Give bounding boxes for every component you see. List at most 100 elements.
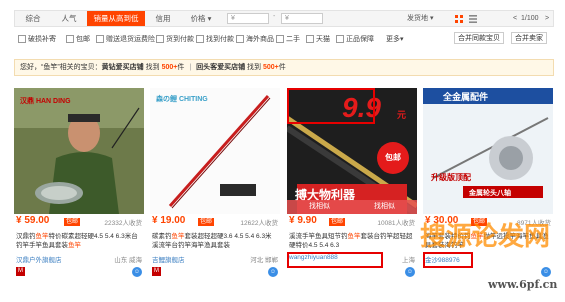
sales-count: 22332人收货 bbox=[104, 220, 142, 227]
page-indicator: 1/100 bbox=[521, 15, 539, 22]
product-price: ¥ 19.00 bbox=[152, 215, 186, 226]
image-tag-1: 升级版顶配 bbox=[431, 173, 471, 182]
image-banner: 全金属配件 bbox=[443, 92, 489, 102]
notice-unit: 件 bbox=[278, 64, 286, 71]
shop-name-link[interactable]: 吉鲤旗舰店 bbox=[152, 257, 185, 264]
filter-genuine[interactable]: 正品保障 bbox=[336, 34, 374, 44]
gold-shops-link[interactable]: 黄钻爱买店铺 bbox=[102, 64, 144, 71]
chevron-down-icon: ▾ bbox=[400, 36, 404, 43]
filter-tmall[interactable]: 天猫 bbox=[306, 34, 330, 44]
price-dash: - bbox=[273, 13, 276, 20]
wangwang-icon[interactable]: ☺ bbox=[541, 267, 551, 277]
notice-separator: | bbox=[189, 64, 192, 71]
find-similar-button[interactable]: 找相似 bbox=[287, 200, 352, 214]
checkbox-icon bbox=[66, 35, 74, 43]
tab-comprehensive[interactable]: 综合 bbox=[15, 11, 51, 26]
search-notice: 您好，“鱼竿”相关的宝贝：黄钻爱买店铺 找到 500+件 | 回头客爱买店铺 找… bbox=[14, 59, 554, 76]
tab-price[interactable]: 价格 ▾ bbox=[181, 11, 221, 26]
shop-row: 吉鲤旗舰店 河北 邯郸 bbox=[152, 254, 278, 264]
return-shops-link[interactable]: 回头客爱买店铺 bbox=[196, 64, 245, 71]
price-row: ¥ 59.00 包邮 22332人收货 bbox=[14, 215, 144, 229]
checkbox-icon bbox=[96, 35, 104, 43]
free-shipping-badge: 包邮 bbox=[198, 218, 215, 226]
product-card[interactable]: 全金属配件 升级版顶配 金属轮头八轴 ¥ 30.00 包邮 8971人收货 海竿… bbox=[423, 88, 553, 302]
merge-sellers-button[interactable]: 合并卖家 bbox=[511, 32, 547, 44]
free-shipping-badge: 包邮 bbox=[64, 218, 81, 226]
merge-same-items-button[interactable]: 合并同款宝贝 bbox=[454, 32, 504, 44]
image-mail-text: 包邮 bbox=[385, 153, 401, 162]
product-title[interactable]: 碳素钓鱼竿套装超轻超硬3.6 4.5 5.4 6.3米溪流竿台钓竿海竿渔具套装 bbox=[152, 232, 278, 250]
tmall-icon[interactable]: M bbox=[152, 267, 161, 276]
ship-from-label: 发货地 bbox=[407, 15, 428, 22]
price-max-input[interactable]: ¥ bbox=[281, 13, 323, 24]
notice-found-label: 找到 bbox=[145, 64, 160, 71]
shop-location: 山东 威海 bbox=[114, 257, 142, 264]
filter-cod[interactable]: 货到付款 bbox=[156, 34, 194, 44]
tmall-icon[interactable]: M bbox=[16, 267, 25, 276]
filter-free-shipping[interactable]: 包邮 bbox=[66, 34, 90, 44]
tab-popularity[interactable]: 人气 bbox=[51, 11, 87, 26]
watermark-url: www.6pf.cn bbox=[488, 278, 558, 291]
checkbox-icon bbox=[276, 35, 284, 43]
gold-shops-count: 500+ bbox=[161, 64, 178, 71]
wangwang-icon[interactable]: ☺ bbox=[132, 267, 142, 277]
filter-return-insurance[interactable]: 赠送退货运费险 bbox=[96, 34, 155, 44]
product-title[interactable]: 溪流手竿鱼具短节钓鱼竿套装台钓竿超轻超硬特价4.5 5.4 6.3 bbox=[289, 232, 415, 250]
tab-price-label: 价格 bbox=[190, 14, 206, 23]
checkbox-icon bbox=[156, 35, 164, 43]
sales-count: 10081人收货 bbox=[377, 220, 415, 227]
shop-row: 汉鼎户外旗舰店 山东 威海 bbox=[16, 254, 142, 264]
filter-find-pay[interactable]: 找到付款 bbox=[196, 34, 234, 44]
wangwang-icon[interactable]: ☺ bbox=[268, 267, 278, 277]
price-row: ¥ 19.00 包邮 12622人收货 bbox=[150, 215, 280, 229]
image-tag-2: 金属轮头八轴 bbox=[469, 190, 511, 197]
list-view-icon[interactable] bbox=[469, 11, 479, 26]
top-cropped-strip bbox=[0, 0, 565, 6]
next-page-button[interactable]: > bbox=[545, 11, 549, 26]
filter-overseas[interactable]: 海外商品 bbox=[236, 34, 274, 44]
product-price: ¥ 9.90 bbox=[289, 215, 317, 226]
filter-bar: 破损补寄 包邮 赠送退货运费险 货到付款 找到付款 海外商品 二手 天猫 正品保… bbox=[14, 30, 554, 48]
tab-credit[interactable]: 信用 bbox=[145, 11, 181, 26]
notice-found-label: 找到 bbox=[247, 64, 262, 71]
price-min-input[interactable]: ¥ bbox=[227, 13, 269, 24]
sort-bar: 综合 人气 销量从高到低 信用 价格 ▾ ¥ - ¥ 发货地 ▾ < 1/100… bbox=[14, 10, 554, 27]
shop-location: 河北 邯郸 bbox=[250, 257, 278, 264]
chevron-down-icon: ▾ bbox=[429, 15, 434, 22]
product-image[interactable]: 森の鲤 CHITING bbox=[150, 88, 280, 214]
chevron-down-icon: ▾ bbox=[207, 14, 212, 23]
product-image[interactable]: 汉鼎 HAN DING bbox=[14, 88, 144, 214]
product-image[interactable]: 全金属配件 升级版顶配 金属轮头八轴 bbox=[423, 88, 553, 214]
shop-location: 上海 bbox=[402, 257, 415, 264]
shop-name-link[interactable]: 汉鼎户外旗舰店 bbox=[16, 257, 62, 264]
icon-row: M ☺ bbox=[16, 267, 142, 279]
price-row: ¥ 9.90 包邮 10081人收货 bbox=[287, 215, 417, 229]
checkbox-icon bbox=[196, 35, 204, 43]
notice-prefix: 您好，“鱼竿”相关的宝贝： bbox=[20, 64, 102, 71]
product-card[interactable]: 汉鼎 HAN DING ¥ 59.00 包邮 22332人收货 汉鼎钓鱼竿特价碳… bbox=[14, 88, 144, 302]
notice-unit: 件 bbox=[177, 64, 185, 71]
filter-secondhand[interactable]: 二手 bbox=[276, 34, 300, 44]
checkbox-icon bbox=[236, 35, 244, 43]
brand-logo: 汉鼎 HAN DING bbox=[20, 98, 71, 105]
icon-row: M ☺ bbox=[152, 267, 278, 279]
highlight-box-shop-2 bbox=[423, 252, 473, 268]
checkbox-icon bbox=[336, 35, 344, 43]
more-filters-button[interactable]: 更多 ▾ bbox=[386, 34, 404, 44]
find-similar-shop-button[interactable]: 找相似 bbox=[352, 200, 417, 214]
tab-sales[interactable]: 销量从高到低 bbox=[87, 11, 145, 26]
prev-page-button[interactable]: < bbox=[513, 11, 517, 26]
grid-view-icon[interactable] bbox=[455, 11, 465, 26]
checkbox-icon bbox=[18, 35, 26, 43]
product-card[interactable]: 森の鲤 CHITING ¥ 19.00 包邮 12622人收货 碳素钓鱼竿套装超… bbox=[150, 88, 280, 302]
ship-from-dropdown[interactable]: 发货地 ▾ bbox=[407, 11, 433, 26]
return-shops-count: 500+ bbox=[263, 64, 279, 71]
product-title[interactable]: 汉鼎钓鱼竿特价碳素超轻硬4.5 5.4 6.3米台钓竿手竿鱼具套装鱼竿 bbox=[16, 232, 142, 250]
image-yuan-text: 元 bbox=[397, 110, 407, 120]
checkbox-icon bbox=[306, 35, 314, 43]
free-shipping-badge: 包邮 bbox=[329, 218, 346, 226]
highlight-box-shop bbox=[287, 252, 383, 268]
filter-damage-resend[interactable]: 破损补寄 bbox=[18, 34, 56, 44]
product-price: ¥ 59.00 bbox=[16, 215, 50, 226]
wangwang-icon[interactable]: ☺ bbox=[405, 267, 415, 277]
